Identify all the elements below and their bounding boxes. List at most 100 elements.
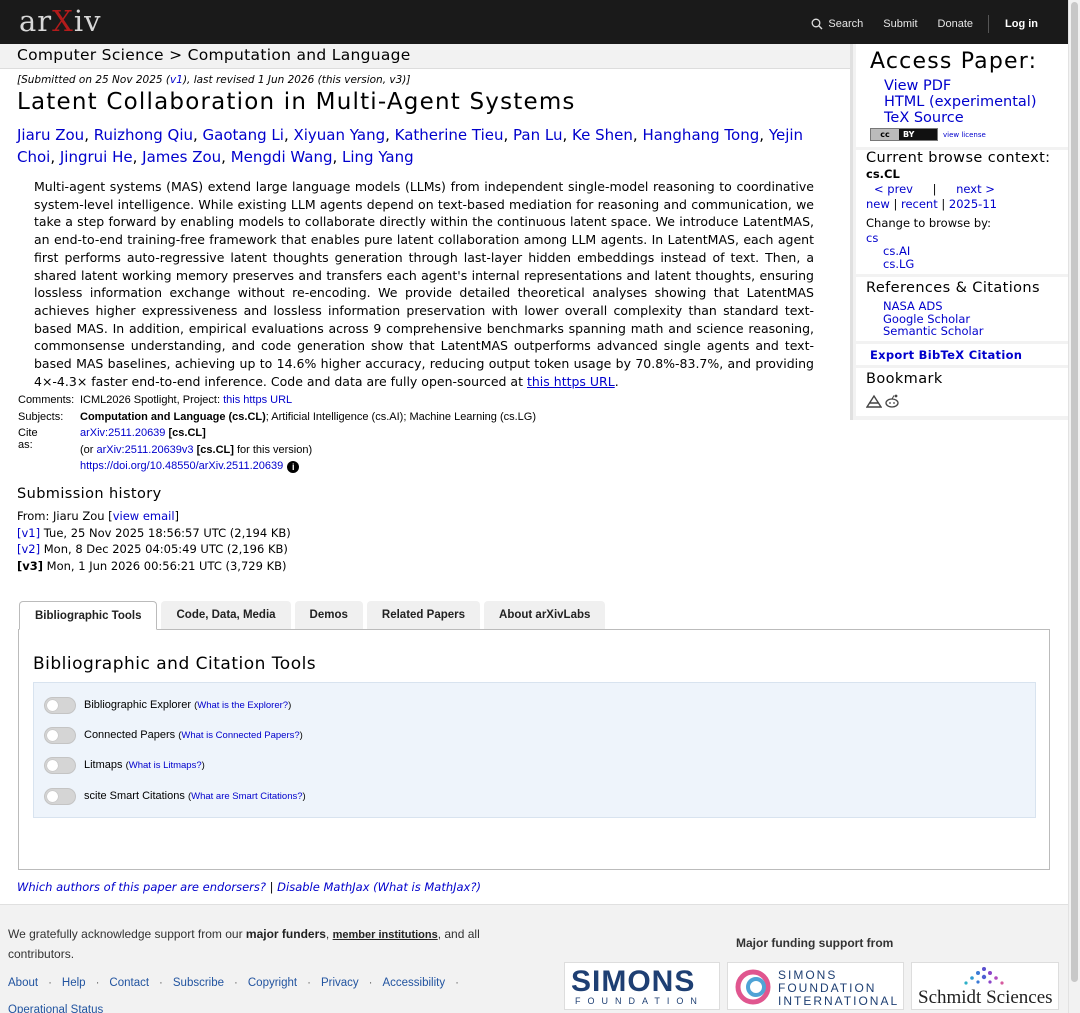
- author-link[interactable]: Ruizhong Qiu: [94, 126, 193, 144]
- tab-demos[interactable]: Demos: [294, 601, 363, 630]
- abstract-text: Multi-agent systems (MAS) extend large l…: [34, 179, 814, 389]
- author-link[interactable]: Katherine Tieu: [395, 126, 504, 144]
- author-link[interactable]: Xiyuan Yang: [293, 126, 385, 144]
- version-link[interactable]: [v2]: [17, 542, 40, 556]
- new-link[interactable]: new: [866, 197, 890, 211]
- simons-foundation-logo[interactable]: SIMONS FOUNDATION: [564, 962, 720, 1010]
- toggle-switch[interactable]: [44, 696, 76, 714]
- tab-panel: Bibliographic and Citation Tools Bibliog…: [18, 629, 1050, 870]
- tab-bibliographic-tools[interactable]: Bibliographic Tools: [19, 601, 158, 630]
- author-link[interactable]: James Zou: [142, 148, 221, 166]
- labs-tabs: Bibliographic Tools Code, Data, Media De…: [19, 601, 609, 630]
- cc-by-badge-icon[interactable]: cc BY: [870, 128, 938, 141]
- author-link[interactable]: Gaotang Li: [203, 126, 284, 144]
- author-link[interactable]: Ling Yang: [342, 148, 414, 166]
- semantic-scholar-link[interactable]: Semantic Scholar: [883, 324, 984, 338]
- current-version-label: [v3]: [17, 558, 44, 573]
- tool-row-bibliographic-explorer: Bibliographic Explorer (What is the Expl…: [44, 696, 291, 714]
- author-link[interactable]: Pan Lu: [513, 126, 562, 144]
- author-link[interactable]: Jingrui He: [60, 148, 133, 166]
- browse-cs-lg-link[interactable]: cs.LG: [883, 257, 914, 271]
- author-link[interactable]: Mengdi Wang: [231, 148, 333, 166]
- author-separator: ,: [221, 148, 231, 166]
- pipe-separator: |: [893, 197, 898, 211]
- author-separator: ,: [50, 148, 60, 166]
- login-link[interactable]: Log in: [1005, 18, 1038, 30]
- abstract-url-link[interactable]: this https URL: [527, 374, 615, 389]
- tool-help-link[interactable]: What are Smart Citations?: [191, 791, 302, 802]
- bibsonomy-icon[interactable]: [866, 394, 882, 408]
- version-info: Mon, 1 Jun 2026 00:56:21 UTC (3,729 KB): [43, 558, 287, 573]
- endorsers-link[interactable]: Which authors of this paper are endorser…: [17, 880, 266, 894]
- breadcrumb-bar: Computer Science > Computation and Langu…: [0, 44, 850, 69]
- toggle-switch[interactable]: [44, 726, 76, 744]
- footer-link-about[interactable]: About: [8, 977, 38, 989]
- footer-link-accessibility[interactable]: Accessibility: [382, 977, 445, 989]
- html-link[interactable]: HTML (experimental): [884, 94, 1036, 110]
- tab-code-data-media[interactable]: Code, Data, Media: [161, 601, 291, 630]
- footer-link-subscribe[interactable]: Subscribe: [173, 977, 224, 989]
- operational-status-link[interactable]: Operational Status: [8, 1004, 103, 1013]
- tool-help-link[interactable]: What is the Explorer?: [197, 700, 288, 711]
- author-link[interactable]: Ke Shen: [572, 126, 633, 144]
- member-institutions-link[interactable]: member institutions: [333, 929, 438, 941]
- browse-cs-ai-link[interactable]: cs.AI: [883, 244, 910, 258]
- version-row: [v1] Tue, 25 Nov 2025 18:56:57 UTC (2,19…: [17, 525, 291, 542]
- cite-version-link[interactable]: arXiv:2511.20639v3: [97, 444, 194, 456]
- major-funders-link[interactable]: major funders: [246, 927, 326, 941]
- reddit-icon[interactable]: [884, 394, 900, 408]
- donate-link[interactable]: Donate: [938, 18, 973, 30]
- footer-link-help[interactable]: Help: [62, 977, 86, 989]
- search-icon: [811, 18, 823, 30]
- recent-link[interactable]: recent: [901, 197, 938, 211]
- footer-link-contact[interactable]: Contact: [109, 977, 149, 989]
- toggle-switch[interactable]: [44, 787, 76, 805]
- month-link[interactable]: 2025-11: [949, 197, 997, 211]
- schmidt-sciences-logo[interactable]: Schmidt Sciences: [911, 962, 1059, 1010]
- toggle-switch[interactable]: [44, 756, 76, 774]
- footer-link-copyright[interactable]: Copyright: [248, 977, 297, 989]
- from-suffix: ]: [174, 509, 180, 523]
- tab-related-papers[interactable]: Related Papers: [366, 601, 481, 630]
- vertical-scrollbar[interactable]: [1068, 0, 1080, 1013]
- submit-link[interactable]: Submit: [883, 18, 917, 30]
- export-bibtex-link[interactable]: Export BibTeX Citation: [870, 348, 1022, 362]
- footer-link-privacy[interactable]: Privacy: [321, 977, 359, 989]
- view-license-link[interactable]: view license: [943, 131, 986, 139]
- doi-link[interactable]: https://doi.org/10.48550/arXiv.2511.2063…: [80, 460, 283, 472]
- prev-link[interactable]: < prev: [874, 182, 913, 196]
- tool-help-link[interactable]: What is Connected Papers?: [181, 730, 299, 741]
- cite-arxiv-link[interactable]: arXiv:2511.20639: [80, 427, 165, 439]
- search-button[interactable]: Search: [811, 18, 863, 30]
- dateline-suffix: ), last revised 1 Jun 2026 (this version…: [182, 74, 411, 86]
- tab-about-arxivlabs[interactable]: About arXivLabs: [484, 601, 606, 630]
- tex-source-link[interactable]: TeX Source: [884, 110, 964, 126]
- from-prefix: From: Jiaru Zou [: [17, 509, 113, 523]
- tool-help-link[interactable]: What is Litmaps?: [129, 760, 202, 771]
- view-email-link[interactable]: view email: [113, 509, 175, 523]
- next-link[interactable]: next >: [956, 182, 995, 196]
- what-is-mathjax-link[interactable]: (What is MathJax?): [370, 880, 481, 894]
- references-heading: References & Citations: [866, 280, 1040, 296]
- cite2-suffix: for this version): [233, 443, 313, 456]
- footer-links: About · Help · Contact · Subscribe · Copyrig…: [8, 977, 459, 989]
- info-icon[interactable]: i: [287, 461, 300, 473]
- view-pdf-link[interactable]: View PDF: [884, 78, 951, 94]
- nav-divider: [988, 15, 989, 33]
- simons-subline: FOUNDATION: [575, 996, 704, 1006]
- browse-cs-link[interactable]: cs: [866, 231, 878, 245]
- ack-text: We gratefully acknowledge support from o…: [8, 927, 246, 941]
- version-link[interactable]: [v1]: [17, 526, 40, 540]
- disable-mathjax-link[interactable]: Disable MathJax: [277, 880, 369, 894]
- cc-badge-left: cc: [871, 129, 899, 140]
- tool-row-scite: scite Smart Citations (What are Smart Ci…: [44, 787, 306, 805]
- v1-link[interactable]: v1: [170, 74, 183, 86]
- author-link[interactable]: Jiaru Zou: [17, 126, 84, 144]
- comments-project-link[interactable]: this https URL: [223, 394, 292, 406]
- submission-history-heading: Submission history: [17, 486, 162, 502]
- simons-foundation-international-logo[interactable]: SIMONS FOUNDATION INTERNATIONAL: [727, 962, 904, 1010]
- scrollbar-thumb[interactable]: [1071, 2, 1078, 982]
- arxiv-logo[interactable]: arXiv: [19, 4, 101, 38]
- author-link[interactable]: Hanghang Tong: [642, 126, 759, 144]
- tool-name: Connected Papers: [84, 729, 176, 741]
